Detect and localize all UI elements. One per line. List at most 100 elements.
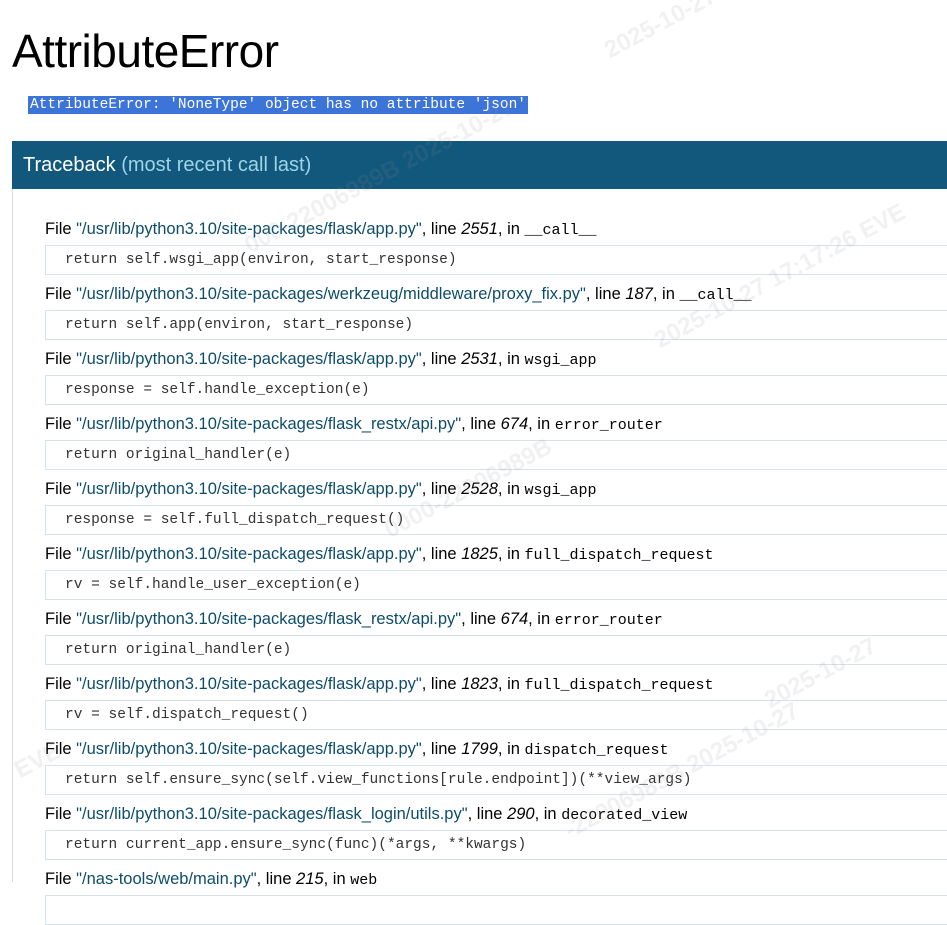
file-label: File — [45, 870, 77, 888]
error-message[interactable]: AttributeError: 'NoneType' object has no… — [28, 96, 528, 114]
traceback-frame[interactable]: File "/usr/lib/python3.10/site-packages/… — [45, 412, 947, 470]
line-label: , line — [421, 545, 462, 563]
frame-function: decorated_view — [561, 807, 688, 824]
frame-file-path: "/usr/lib/python3.10/site-packages/flask… — [76, 805, 468, 823]
frame-file-path: "/usr/lib/python3.10/site-packages/flask… — [76, 480, 422, 498]
line-label: , line — [421, 220, 462, 238]
frame-source-line[interactable]: return original_handler(e) — [45, 635, 947, 665]
file-label: File — [45, 545, 77, 563]
in-label: , in — [323, 870, 351, 888]
traceback-frame[interactable]: File "/usr/lib/python3.10/site-packages/… — [45, 672, 947, 730]
frame-file-path: "/nas-tools/web/main.py" — [76, 870, 257, 888]
file-label: File — [45, 740, 77, 758]
traceback-title: Traceback — [23, 154, 116, 176]
traceback-frame[interactable]: File "/usr/lib/python3.10/site-packages/… — [45, 802, 947, 860]
frame-source-line[interactable]: response = self.handle_exception(e) — [45, 375, 947, 405]
frame-line-number: 1825 — [461, 545, 498, 563]
frame-function: full_dispatch_request — [524, 677, 714, 694]
frame-line-number: 215 — [296, 870, 324, 888]
in-label: , in — [497, 480, 525, 498]
frame-location: File "/usr/lib/python3.10/site-packages/… — [45, 607, 947, 631]
in-label: , in — [652, 285, 680, 303]
frame-file-path: "/usr/lib/python3.10/site-packages/werkz… — [76, 285, 586, 303]
frame-line-number: 674 — [500, 415, 529, 433]
frame-location: File "/nas-tools/web/main.py", line 215,… — [45, 867, 947, 891]
file-label: File — [45, 675, 77, 693]
frame-source-line[interactable]: rv = self.dispatch_request() — [45, 700, 947, 730]
line-label: , line — [467, 805, 508, 823]
frame-line-number: 1823 — [461, 675, 498, 693]
frame-source-line[interactable]: return original_handler(e) — [45, 440, 947, 470]
frame-line-number: 2551 — [461, 220, 498, 238]
frame-function: web — [350, 872, 378, 889]
frame-source-line[interactable]: rv = self.handle_user_exception(e) — [45, 570, 947, 600]
frame-file-path: "/usr/lib/python3.10/site-packages/flask… — [76, 545, 422, 563]
file-label: File — [45, 285, 77, 303]
in-label: , in — [497, 675, 525, 693]
frame-line-number: 290 — [507, 805, 535, 823]
frame-line-number: 2528 — [461, 480, 498, 498]
file-label: File — [45, 415, 77, 433]
file-label: File — [45, 610, 77, 628]
in-label: , in — [497, 220, 525, 238]
file-label: File — [45, 350, 77, 368]
frame-file-path: "/usr/lib/python3.10/site-packages/flask… — [76, 415, 462, 433]
traceback-frame[interactable]: File "/usr/lib/python3.10/site-packages/… — [45, 607, 947, 665]
frame-source-line[interactable]: return self.app(environ, start_response) — [45, 310, 947, 340]
file-label: File — [45, 805, 77, 823]
traceback-subtitle: (most recent call last) — [121, 154, 312, 176]
frame-function: dispatch_request — [524, 742, 669, 759]
frame-function: __call__ — [524, 222, 597, 239]
traceback-body: File "/usr/lib/python3.10/site-packages/… — [12, 189, 947, 925]
frame-file-path: "/usr/lib/python3.10/site-packages/flask… — [76, 220, 422, 238]
frame-location: File "/usr/lib/python3.10/site-packages/… — [45, 542, 947, 566]
line-label: , line — [421, 740, 462, 758]
watermark-text: 2025-10-27 17: — [600, 0, 758, 64]
line-label: , line — [585, 285, 626, 303]
in-label: , in — [497, 350, 525, 368]
frame-location: File "/usr/lib/python3.10/site-packages/… — [45, 412, 947, 436]
in-label: , in — [497, 545, 525, 563]
frame-function: error_router — [554, 417, 663, 434]
in-label: , in — [528, 610, 555, 628]
page-title: AttributeError — [12, 25, 279, 77]
frame-source-line[interactable]: return self.wsgi_app(environ, start_resp… — [45, 245, 947, 275]
frame-source-line[interactable]: return self.ensure_sync(self.view_functi… — [45, 765, 947, 795]
traceback-frame[interactable]: File "/nas-tools/web/main.py", line 215,… — [45, 867, 947, 925]
line-label: , line — [421, 675, 462, 693]
traceback-header: Traceback (most recent call last) — [12, 141, 947, 189]
traceback-frame[interactable]: File "/usr/lib/python3.10/site-packages/… — [45, 347, 947, 405]
line-label: , line — [256, 870, 297, 888]
file-label: File — [45, 480, 77, 498]
frame-location: File "/usr/lib/python3.10/site-packages/… — [45, 282, 947, 306]
frame-line-number: 674 — [500, 610, 529, 628]
traceback-frame[interactable]: File "/usr/lib/python3.10/site-packages/… — [45, 737, 947, 795]
frame-location: File "/usr/lib/python3.10/site-packages/… — [45, 477, 947, 501]
frame-line-number: 1799 — [461, 740, 498, 758]
frame-function: wsgi_app — [524, 482, 597, 499]
traceback-frame[interactable]: File "/usr/lib/python3.10/site-packages/… — [45, 282, 947, 340]
frame-function: error_router — [554, 612, 663, 629]
line-label: , line — [421, 350, 462, 368]
frame-function: wsgi_app — [524, 352, 597, 369]
frame-location: File "/usr/lib/python3.10/site-packages/… — [45, 672, 947, 696]
line-label: , line — [421, 480, 462, 498]
frame-location: File "/usr/lib/python3.10/site-packages/… — [45, 347, 947, 371]
frame-source-line[interactable]: response = self.full_dispatch_request() — [45, 505, 947, 535]
file-label: File — [45, 220, 77, 238]
frame-line-number: 187 — [625, 285, 653, 303]
frame-file-path: "/usr/lib/python3.10/site-packages/flask… — [76, 675, 422, 693]
frame-function: __call__ — [679, 287, 752, 304]
frame-source-line[interactable] — [45, 895, 947, 925]
frame-file-path: "/usr/lib/python3.10/site-packages/flask… — [76, 350, 422, 368]
frame-function: full_dispatch_request — [524, 547, 714, 564]
traceback-frame[interactable]: File "/usr/lib/python3.10/site-packages/… — [45, 477, 947, 535]
in-label: , in — [534, 805, 562, 823]
traceback-frame[interactable]: File "/usr/lib/python3.10/site-packages/… — [45, 217, 947, 275]
frame-location: File "/usr/lib/python3.10/site-packages/… — [45, 802, 947, 826]
line-label: , line — [461, 415, 501, 433]
frame-location: File "/usr/lib/python3.10/site-packages/… — [45, 737, 947, 761]
frame-source-line[interactable]: return current_app.ensure_sync(func)(*ar… — [45, 830, 947, 860]
in-label: , in — [528, 415, 555, 433]
traceback-frame[interactable]: File "/usr/lib/python3.10/site-packages/… — [45, 542, 947, 600]
